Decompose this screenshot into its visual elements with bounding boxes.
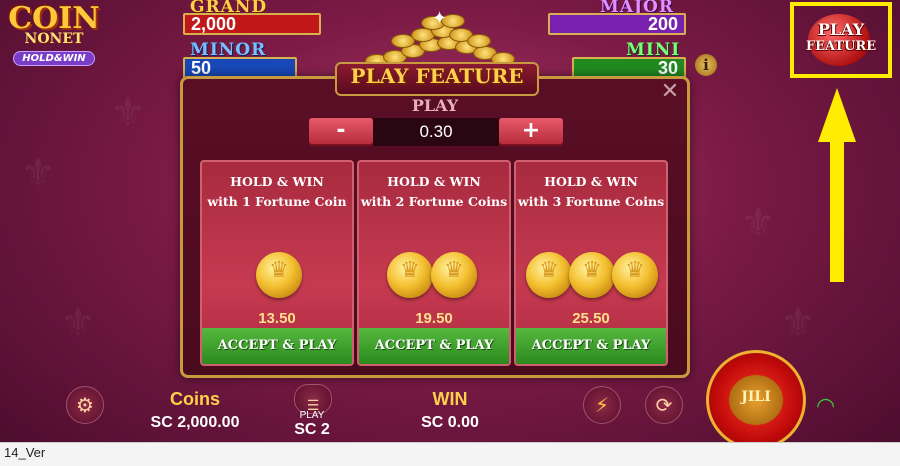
logo-title: COIN	[8, 1, 100, 36]
play-feature-button[interactable]: PLAY FEATURE	[790, 2, 892, 78]
accept-play-button[interactable]: ACCEPT & PLAY	[359, 328, 509, 364]
grand-value: 2,000	[183, 13, 321, 35]
card-title-line1: HOLD & WIN	[230, 174, 324, 189]
arrow-shaft	[830, 140, 844, 282]
background-pattern: ⚜	[740, 200, 776, 246]
coins-value: SC 2,000.00	[150, 414, 240, 431]
card-title: HOLD & WIN with 3 Fortune Coins	[516, 172, 666, 212]
fortune-coin-icon	[569, 252, 615, 298]
background-pattern: ⚜	[110, 90, 146, 136]
card-title-line1: HOLD & WIN	[544, 174, 638, 189]
win-label: WIN	[432, 389, 468, 409]
card-price: 19.50	[415, 310, 453, 327]
status-footer: 14_Ver	[0, 442, 900, 466]
card-price: 13.50	[258, 310, 296, 327]
feature-card-3: HOLD & WIN with 3 Fortune Coins 25.50 AC…	[514, 160, 668, 366]
card-title: HOLD & WIN with 1 Fortune Coin	[202, 172, 352, 212]
sparkle-icon: ✦	[432, 8, 448, 29]
feature-card-2: HOLD & WIN with 2 Fortune Coins 19.50 AC…	[357, 160, 511, 366]
version-text: 14_Ver	[4, 445, 46, 460]
arrow-up-icon	[818, 88, 856, 142]
dialog-title: PLAY FEATURE	[350, 64, 524, 88]
decrease-bet-button[interactable]: -	[309, 118, 373, 146]
fortune-coin-icon	[387, 252, 433, 298]
play-feature-button-line2: FEATURE	[805, 39, 877, 54]
major-value: 200	[548, 13, 686, 35]
settings-button[interactable]: ⚙	[66, 386, 104, 424]
card-title-line2: with 3 Fortune Coins	[517, 194, 665, 209]
card-title-line2: with 1 Fortune Coin	[207, 194, 347, 209]
autoplay-icon: ⟳	[655, 393, 673, 417]
accept-play-button[interactable]: ACCEPT & PLAY	[202, 328, 352, 364]
fortune-coin-icon	[256, 252, 302, 298]
background-pattern: ⚜	[780, 300, 816, 346]
increase-bet-button[interactable]: +	[499, 118, 563, 146]
card-price: 25.50	[572, 310, 610, 327]
card-title-line1: HOLD & WIN	[387, 174, 481, 189]
play-bet-value: SC 2	[294, 421, 330, 438]
card-title-line2: with 2 Fortune Coins	[360, 194, 508, 209]
accept-play-button[interactable]: ACCEPT & PLAY	[516, 328, 666, 364]
info-icon: i	[703, 56, 709, 74]
logo-tag: HOLD&WIN	[13, 51, 95, 66]
wifi-icon: ◠	[816, 394, 836, 419]
background-pattern: ⚜	[60, 300, 96, 346]
autoplay-button[interactable]: ⟳	[645, 386, 683, 424]
play-bet-label: PLAY	[299, 410, 325, 421]
fortune-coin-icon	[612, 252, 658, 298]
fortune-coin-icon	[431, 252, 477, 298]
spin-brand-label: JILI	[741, 389, 771, 405]
win-value: SC 0.00	[421, 414, 479, 431]
spin-button[interactable]: JILI	[706, 350, 806, 450]
gear-icon: ⚙	[76, 393, 94, 417]
bet-value: 0.30	[373, 118, 499, 146]
fortune-coin-icon	[526, 252, 572, 298]
close-icon[interactable]: ✕	[658, 80, 682, 104]
turbo-button[interactable]: ⚡	[583, 386, 621, 424]
coins-label: Coins	[169, 389, 220, 409]
lightning-icon: ⚡	[594, 393, 610, 417]
feature-card-1: HOLD & WIN with 1 Fortune Coin 13.50 ACC…	[200, 160, 354, 366]
card-title: HOLD & WIN with 2 Fortune Coins	[359, 172, 509, 212]
game-logo: COIN NONET HOLD&WIN	[4, 4, 104, 66]
play-feature-button-line1: PLAY	[817, 20, 865, 39]
info-button[interactable]: i	[695, 54, 717, 76]
bet-label: PLAY	[411, 96, 459, 115]
background-pattern: ⚜	[20, 150, 56, 196]
